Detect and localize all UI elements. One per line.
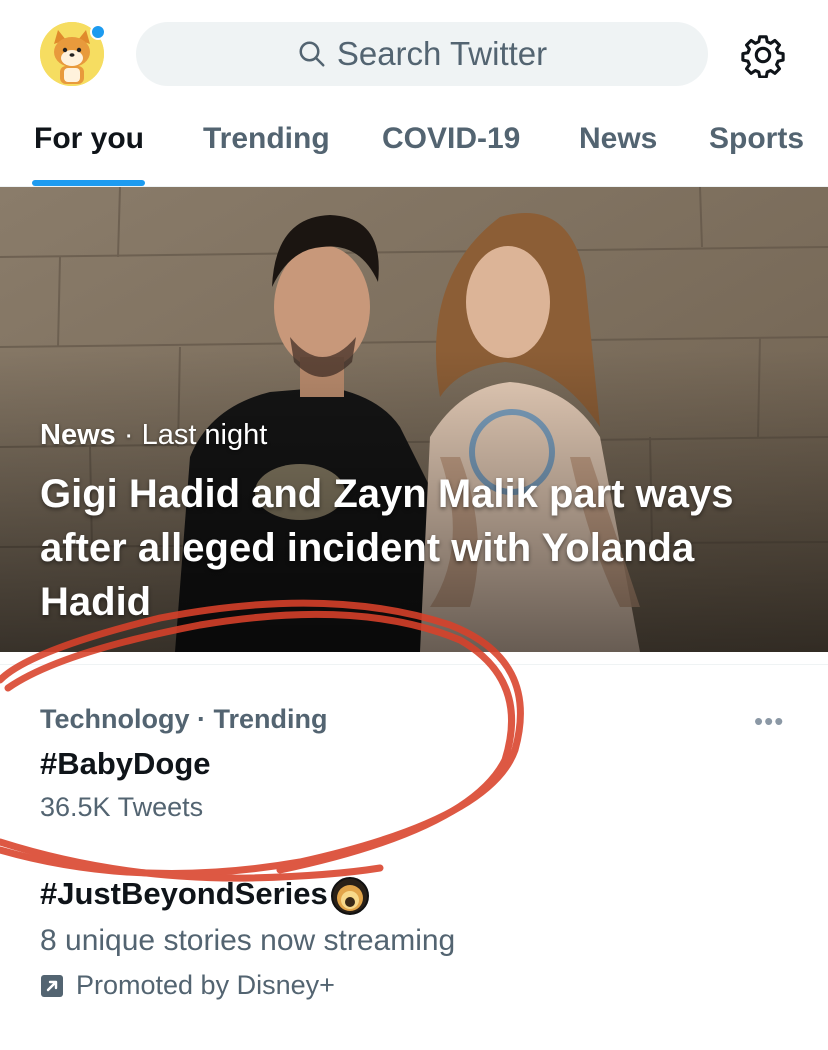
hero-headline[interactable]: Gigi Hadid and Zayn Malik part ways afte… xyxy=(40,467,800,629)
hero-category: News xyxy=(40,419,116,451)
hero-time: Last night xyxy=(141,419,268,451)
search-placeholder: Search Twitter xyxy=(336,35,548,72)
promoted-by-label: Promoted by Disney+ xyxy=(76,970,335,1000)
tab-trending[interactable]: Trending xyxy=(203,122,330,156)
trend-name[interactable]: #BabyDoge xyxy=(40,746,211,782)
trend-meta: Technology · Trending xyxy=(40,704,328,734)
trend-tweet-count: 36.5K Tweets xyxy=(40,792,204,822)
tab-sports[interactable]: Sports xyxy=(709,122,804,156)
hashflag-icon xyxy=(331,877,369,915)
search-input[interactable]: Search Twitter xyxy=(136,22,708,86)
tab-active-indicator xyxy=(32,180,145,186)
hero-separator: · xyxy=(123,419,134,451)
top-bar: Search Twitter xyxy=(0,0,828,110)
gear-icon[interactable] xyxy=(740,32,786,78)
promoted-name[interactable]: #JustBeyondSeries xyxy=(40,876,328,912)
tab-news[interactable]: News xyxy=(579,122,657,156)
promoted-by: Promoted by Disney+ xyxy=(40,970,335,1001)
promoted-arrow-icon xyxy=(41,974,63,997)
divider xyxy=(0,664,828,665)
hero-meta: News · Last night xyxy=(40,419,267,452)
tab-covid-19[interactable]: COVID-19 xyxy=(382,122,520,156)
notification-dot xyxy=(90,24,106,40)
more-dots-icon[interactable]: ••• xyxy=(754,706,784,737)
search-icon xyxy=(299,41,325,67)
hero-news-card[interactable]: News · Last night Gigi Hadid and Zayn Ma… xyxy=(0,187,828,652)
promoted-description: 8 unique stories now streaming xyxy=(40,924,456,957)
tab-for-you[interactable]: For you xyxy=(34,122,144,156)
explore-tabs: For you Trending COVID-19 News Sports xyxy=(0,112,828,187)
